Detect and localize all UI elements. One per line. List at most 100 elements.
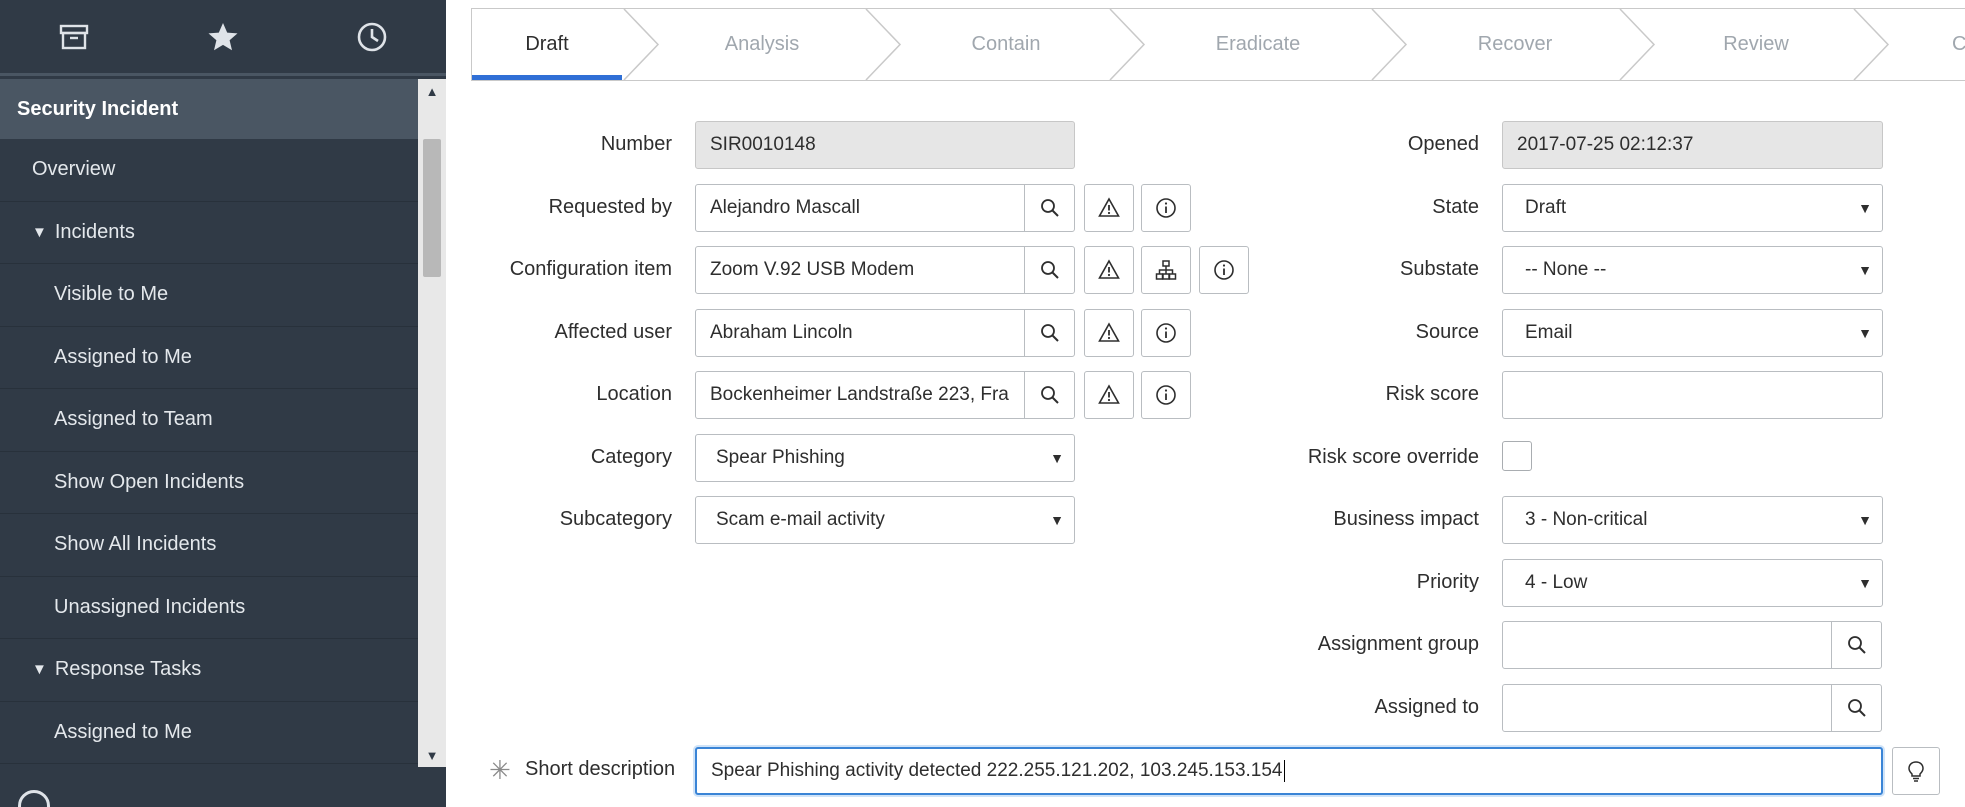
navigator-scrollbar[interactable]: ▲ ▼ xyxy=(418,79,446,767)
clock-icon xyxy=(357,22,386,51)
short-description-input[interactable]: Spear Phishing activity detected 222.255… xyxy=(695,747,1883,795)
navigator-tabs xyxy=(0,0,446,76)
application-header-security-incident[interactable]: Security Incident xyxy=(0,79,418,139)
text-cursor xyxy=(1283,760,1285,782)
substate-select[interactable]: -- None -- ▼ xyxy=(1502,246,1883,294)
history-tab[interactable] xyxy=(297,0,446,73)
affected-user-field[interactable]: Abraham Lincoln xyxy=(695,309,1075,357)
expand-triangle-icon[interactable]: ▼ xyxy=(32,224,47,241)
stage-label: Review xyxy=(1723,33,1789,55)
configuration-item-warning-button[interactable] xyxy=(1084,246,1134,294)
stage-closed[interactable]: C xyxy=(1952,9,1965,80)
info-icon xyxy=(1156,323,1176,343)
assigned-to-field[interactable] xyxy=(1502,684,1882,732)
configuration-item-lookup-button[interactable] xyxy=(1024,247,1074,293)
info-icon xyxy=(1156,385,1176,405)
source-select[interactable]: Email ▼ xyxy=(1502,309,1883,357)
info-icon xyxy=(1214,260,1234,280)
module-label: Assigned to Me xyxy=(54,720,192,743)
module-incidents[interactable]: ▼ Incidents xyxy=(0,202,418,264)
location-info-button[interactable] xyxy=(1141,371,1191,419)
configuration-item-field[interactable]: Zoom V.92 USB Modem xyxy=(695,246,1075,294)
module-label: Incidents xyxy=(54,220,135,243)
stage-review[interactable]: Review xyxy=(1658,9,1854,80)
opened-field[interactable]: 2017-07-25 02:12:37 xyxy=(1502,121,1883,169)
stage-draft[interactable]: Draft xyxy=(472,9,622,80)
active-stage-indicator xyxy=(472,75,622,80)
module-unassigned-incidents[interactable]: Unassigned Incidents xyxy=(0,577,418,639)
business-impact-value: 3 - Non-critical xyxy=(1525,509,1648,530)
scroll-up-arrow-icon[interactable]: ▲ xyxy=(418,79,446,103)
affected-user-info-button[interactable] xyxy=(1141,309,1191,357)
number-label: Number xyxy=(600,133,672,155)
risk-score-label: Risk score xyxy=(1385,383,1479,405)
short-description-suggestion-button[interactable] xyxy=(1892,747,1940,795)
priority-select[interactable]: 4 - Low ▼ xyxy=(1502,559,1883,607)
stage-contain[interactable]: Contain xyxy=(904,9,1108,80)
search-icon xyxy=(1040,386,1059,404)
risk-score-override-checkbox[interactable] xyxy=(1502,441,1532,471)
subcategory-value: Scam e-mail activity xyxy=(716,509,885,530)
navigator-bottom-icon[interactable] xyxy=(18,790,50,807)
configuration-item-value: Zoom V.92 USB Modem xyxy=(710,259,915,280)
configuration-item-label: Configuration item xyxy=(509,258,672,280)
stage-label: Contain xyxy=(971,33,1041,55)
number-field[interactable]: SIR0010148 xyxy=(695,121,1075,169)
state-value: Draft xyxy=(1525,197,1567,218)
requested-by-warning-button[interactable] xyxy=(1084,184,1134,232)
module-assigned-to-team[interactable]: Assigned to Team xyxy=(0,389,418,452)
module-label: Show All Incidents xyxy=(54,533,217,556)
stage-recover[interactable]: Recover xyxy=(1410,9,1620,80)
stage-separator-icon xyxy=(865,9,902,80)
location-warning-button[interactable] xyxy=(1084,371,1134,419)
affected-user-value: Abraham Lincoln xyxy=(710,322,853,343)
archive-icon xyxy=(60,24,89,49)
affected-user-warning-button[interactable] xyxy=(1084,309,1134,357)
business-impact-select[interactable]: 3 - Non-critical ▼ xyxy=(1502,496,1883,544)
source-value: Email xyxy=(1525,322,1573,343)
configuration-item-info-button[interactable] xyxy=(1199,246,1249,294)
priority-label: Priority xyxy=(1416,571,1479,593)
process-flow-stages: Draft Analysis Contain Eradicate Recover… xyxy=(471,8,1965,81)
module-show-open-incidents[interactable]: Show Open Incidents xyxy=(0,452,418,514)
module-response-tasks[interactable]: ▼ Response Tasks xyxy=(0,639,418,702)
stage-separator-icon xyxy=(623,9,660,80)
all-applications-tab[interactable] xyxy=(0,0,149,73)
category-value: Spear Phishing xyxy=(716,447,845,468)
module-visible-to-me[interactable]: Visible to Me xyxy=(0,264,418,327)
requested-by-lookup-button[interactable] xyxy=(1024,185,1074,231)
state-select[interactable]: Draft ▼ xyxy=(1502,184,1883,232)
assignment-group-field[interactable] xyxy=(1502,621,1882,669)
module-show-all-incidents[interactable]: Show All Incidents xyxy=(0,514,418,577)
location-field[interactable]: Bockenheimer Landstraße 223, Frar xyxy=(695,371,1075,419)
category-label: Category xyxy=(590,446,672,468)
location-lookup-button[interactable] xyxy=(1024,372,1074,418)
module-response-tasks-assigned-to-me[interactable]: Assigned to Me xyxy=(0,702,418,764)
opened-label: Opened xyxy=(1407,133,1479,155)
category-select[interactable]: Spear Phishing ▼ xyxy=(695,434,1075,482)
search-icon xyxy=(1040,199,1059,217)
module-assigned-to-me[interactable]: Assigned to Me xyxy=(0,327,418,389)
subcategory-label: Subcategory xyxy=(559,508,672,530)
requested-by-info-button[interactable] xyxy=(1141,184,1191,232)
configuration-item-dependency-map-button[interactable] xyxy=(1141,246,1191,294)
module-overview[interactable]: Overview xyxy=(0,139,418,202)
subcategory-select[interactable]: Scam e-mail activity ▼ xyxy=(695,496,1075,544)
stage-eradicate[interactable]: Eradicate xyxy=(1148,9,1368,80)
search-icon xyxy=(1847,636,1866,654)
requested-by-field[interactable]: Alejandro Mascall xyxy=(695,184,1075,232)
assignment-group-lookup-button[interactable] xyxy=(1831,622,1881,668)
dropdown-caret-icon: ▼ xyxy=(1858,575,1872,591)
scroll-down-arrow-icon[interactable]: ▼ xyxy=(418,743,446,767)
stage-analysis[interactable]: Analysis xyxy=(662,9,862,80)
dropdown-caret-icon: ▼ xyxy=(1858,262,1872,278)
scrollbar-thumb[interactable] xyxy=(423,139,441,277)
opened-value: 2017-07-25 02:12:37 xyxy=(1517,134,1694,155)
risk-score-input[interactable] xyxy=(1502,371,1883,419)
favorites-tab[interactable] xyxy=(149,0,298,73)
expand-triangle-icon[interactable]: ▼ xyxy=(32,661,47,678)
dropdown-caret-icon: ▼ xyxy=(1050,512,1064,528)
affected-user-lookup-button[interactable] xyxy=(1024,310,1074,356)
assigned-to-lookup-button[interactable] xyxy=(1831,685,1881,731)
dropdown-caret-icon: ▼ xyxy=(1050,450,1064,466)
